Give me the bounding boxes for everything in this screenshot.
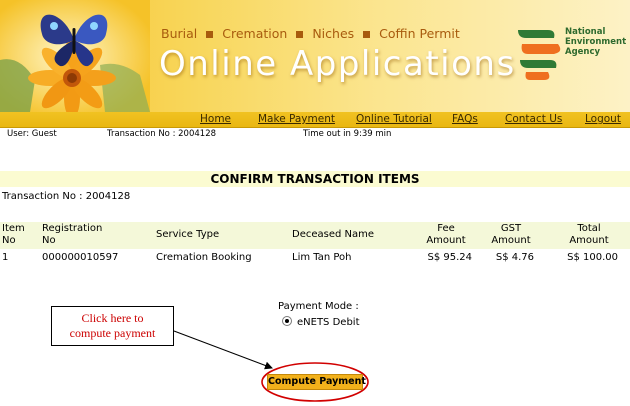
nav-contact-us-link[interactable]: Contact Us	[505, 113, 562, 125]
payment-mode-label: Payment Mode :	[278, 301, 359, 312]
main-nav: Home Make Payment Online Tutorial FAQs C…	[0, 112, 630, 128]
callout-line: compute payment	[69, 325, 156, 340]
payment-option-label: eNETS Debit	[297, 317, 360, 328]
separator-square	[296, 30, 304, 38]
header-text: Registration	[42, 223, 103, 234]
agency-name: National Environment Agency	[565, 27, 626, 57]
separator-square	[363, 30, 371, 38]
payment-option-enets: eNETS Debit	[282, 316, 360, 328]
agency-name-line: Environment	[565, 37, 627, 47]
header-text: No	[2, 234, 16, 246]
butterfly-flower-image	[0, 0, 150, 112]
cell-fee-amount: S$ 95.24	[427, 252, 472, 263]
cell-item-no: 1	[2, 252, 9, 263]
header-text: GST	[500, 223, 522, 234]
cell-service-type: Cremation Booking	[156, 252, 252, 263]
nea-logo-icon	[518, 30, 561, 80]
separator-square	[206, 30, 214, 38]
table-header: Item No Registration No Service Type Dec…	[0, 222, 630, 249]
header-text: Amount	[426, 234, 466, 246]
header-item-no: Item No	[2, 223, 25, 246]
header-deceased-name: Deceased Name	[292, 229, 375, 240]
compute-payment-button[interactable]: Compute Payment	[267, 374, 366, 390]
user-info: User: Guest	[7, 129, 57, 139]
category-niches: Niches	[312, 26, 355, 41]
nav-online-tutorial-link[interactable]: Online Tutorial	[356, 113, 432, 125]
agency-name-line: National	[565, 27, 606, 37]
transaction-info: Transaction No : 2004128	[107, 129, 217, 139]
header-gst-amount: GST Amount	[488, 223, 534, 246]
nav-logout-link[interactable]: Logout	[585, 113, 621, 125]
nav-faqs-link[interactable]: FAQs	[452, 113, 478, 125]
header-text: No	[42, 234, 56, 246]
transaction-number: Transaction No : 2004128	[2, 191, 131, 202]
session-timeout: Time out in 9:39 min	[303, 129, 392, 139]
cell-deceased-name: Lim Tan Poh	[292, 252, 352, 263]
callout-line: Click here to	[81, 311, 144, 325]
header-text: Item	[2, 223, 25, 234]
nav-make-payment-link[interactable]: Make Payment	[258, 113, 335, 125]
enets-radio-button[interactable]	[282, 316, 292, 326]
section-title: CONFIRM TRANSACTION ITEMS	[0, 171, 630, 187]
category-cremation: Cremation	[222, 26, 288, 41]
header-total-amount: Total Amount	[566, 223, 612, 246]
header-service-type: Service Type	[156, 229, 220, 240]
app-title: Online Applications	[159, 44, 516, 84]
header-fee-amount: Fee Amount	[420, 223, 472, 246]
header-banner: Burial Cremation Niches Coffin Permit Onlin…	[0, 0, 630, 112]
category-burial: Burial	[161, 26, 198, 41]
header-text: Total	[577, 223, 601, 234]
header-text: Fee	[437, 223, 455, 234]
header-text: Amount	[491, 234, 531, 246]
category-coffin-permit: Coffin Permit	[379, 26, 460, 41]
cell-registration-no: 000000010597	[42, 252, 119, 263]
cell-gst-amount: S$ 4.76	[495, 252, 534, 263]
agency-name-line: Agency	[565, 47, 601, 57]
cell-total-amount: S$ 100.00	[567, 252, 618, 263]
header-text: Amount	[569, 234, 609, 246]
header-registration-no: Registration No	[42, 223, 102, 246]
nav-home-link[interactable]: Home	[200, 113, 231, 125]
callout-arrow	[173, 330, 273, 370]
instruction-callout: Click here to compute payment	[51, 306, 174, 346]
service-categories: Burial Cremation Niches Coffin Permit	[161, 26, 460, 41]
